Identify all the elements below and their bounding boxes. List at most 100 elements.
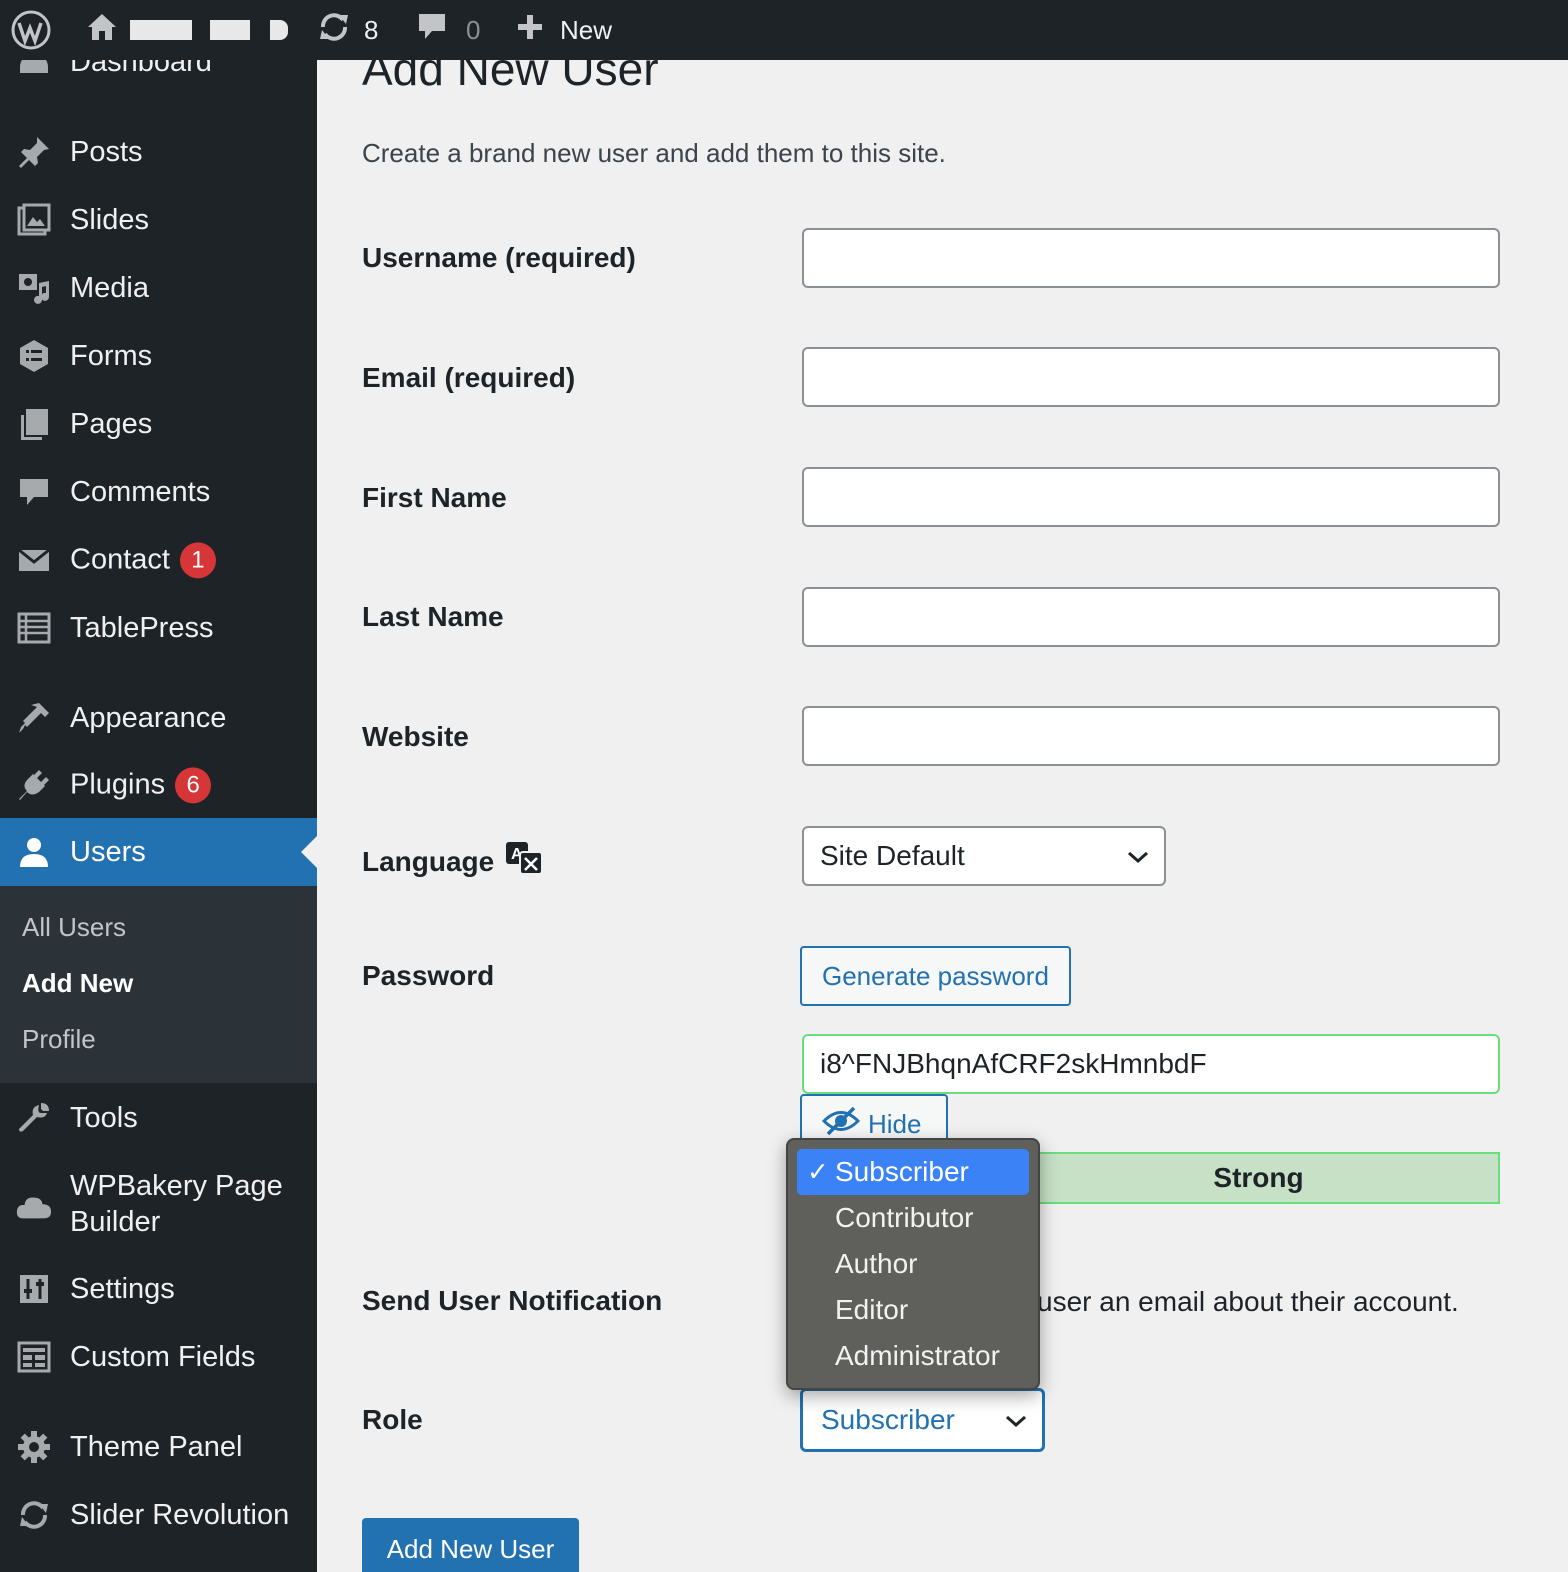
sidebar-item-comments[interactable]: Comments [0, 458, 317, 526]
send-notification-label: Send User Notification [362, 1285, 663, 1316]
role-option-editor[interactable]: Editor [797, 1287, 1029, 1333]
sidebar-item-slider-revolution[interactable]: Slider Revolution [0, 1481, 317, 1549]
comment-icon [416, 11, 448, 50]
sidebar-item-label: Pages [70, 408, 153, 440]
role-option-label: Author [835, 1248, 918, 1279]
language-label-text: Language [362, 845, 495, 877]
sidebar-item-users[interactable]: Users [0, 818, 317, 886]
first-name-field[interactable] [802, 467, 1500, 527]
settings-icon [16, 1271, 52, 1307]
media-icon [16, 270, 52, 306]
submenu-item-all-users[interactable]: All Users [22, 912, 126, 943]
email-label: Email (required) [362, 362, 576, 393]
sidebar-item-plugins[interactable]: Plugins 6 [0, 751, 317, 819]
wordpress-logo-icon[interactable] [10, 0, 54, 60]
sidebar-item-contact[interactable]: Contact 1 [0, 526, 317, 594]
role-option-label: Contributor [835, 1202, 974, 1233]
comments-link[interactable]: 0 [416, 0, 480, 60]
sidebar-item-label: WPBakery Page Builder [70, 1170, 283, 1238]
sidebar-item-posts[interactable]: Posts [0, 118, 317, 186]
sidebar-item-label: Contact 1 [70, 541, 216, 579]
role-option-subscriber[interactable]: ✓ Subscriber [797, 1149, 1029, 1195]
updates-count: 8 [364, 14, 379, 45]
last-name-field[interactable] [802, 587, 1500, 647]
user-icon [16, 834, 52, 870]
comments-count: 0 [466, 14, 481, 45]
site-name-redacted [210, 20, 250, 40]
updates-icon [316, 9, 352, 52]
sidebar-item-wpbakery[interactable]: WPBakery Page Builder [0, 1166, 317, 1242]
sidebar-item-custom-fields[interactable]: Custom Fields [0, 1323, 317, 1391]
username-label: Username (required) [362, 242, 636, 273]
generate-password-button[interactable]: Generate password [800, 946, 1071, 1006]
envelope-icon [16, 542, 52, 578]
add-new-user-button[interactable]: Add New User [362, 1518, 579, 1572]
translation-icon: A [504, 840, 544, 883]
pin-icon [16, 134, 52, 170]
password-label: Password [362, 960, 495, 991]
users-submenu: All Users Add New Profile [0, 886, 317, 1083]
role-label: Role [362, 1404, 423, 1435]
sidebar-item-label: TablePress [70, 612, 214, 644]
sidebar-item-label: Settings [70, 1273, 175, 1305]
email-field[interactable] [802, 347, 1500, 407]
sidebar-item-tools[interactable]: Tools [0, 1084, 317, 1152]
notification-badge: 1 [179, 542, 216, 579]
sidebar-item-media[interactable]: Media [0, 254, 317, 322]
role-select[interactable]: Subscriber [800, 1388, 1045, 1452]
role-option-label: Editor [835, 1294, 909, 1325]
sidebar-item-settings[interactable]: Settings [0, 1255, 317, 1323]
website-label: Website [362, 721, 469, 752]
sidebar-item-label: Slides [70, 204, 149, 236]
submenu-item-profile[interactable]: Profile [22, 1024, 96, 1055]
plugins-label: Plugins [70, 768, 166, 801]
role-option-administrator[interactable]: Administrator [797, 1333, 1029, 1379]
site-name-redacted [270, 20, 288, 40]
role-option-label: Administrator [835, 1340, 1000, 1371]
page-description: Create a brand new user and add them to … [362, 138, 946, 168]
plugin-icon [16, 767, 52, 803]
plus-icon [516, 13, 544, 48]
forms-icon [16, 338, 52, 374]
update-badge: 6 [175, 767, 212, 804]
sidebar-item-appearance[interactable]: Appearance [0, 684, 317, 752]
pages-icon [16, 406, 52, 442]
role-option-contributor[interactable]: Contributor [797, 1195, 1029, 1241]
website-field[interactable] [802, 706, 1500, 766]
submenu-item-add-new[interactable]: Add New [22, 968, 133, 999]
checkmark-icon: ✓ [807, 1156, 829, 1187]
sidebar-item-slides[interactable]: Slides [0, 186, 317, 254]
gear-icon [16, 1429, 52, 1465]
sidebar-item-forms[interactable]: Forms [0, 322, 317, 390]
home-icon [86, 11, 118, 50]
sidebar-item-tablepress[interactable]: TablePress [0, 594, 317, 662]
chevron-down-icon [1126, 840, 1150, 872]
sidebar-item-label: Comments [70, 476, 211, 508]
updates-link[interactable]: 8 [316, 0, 378, 60]
admin-bar: 8 0 New [0, 0, 1568, 60]
sidebar-item-label: Posts [70, 136, 143, 168]
sidebar-item-pages[interactable]: Pages [0, 390, 317, 458]
language-select[interactable]: Site Default [802, 826, 1166, 886]
table-icon [16, 610, 52, 646]
sidebar-item-label: Plugins 6 [70, 766, 212, 804]
first-name-label: First Name [362, 482, 507, 513]
role-option-author[interactable]: Author [797, 1241, 1029, 1287]
password-field[interactable]: i8^FNJBhqnAfCRF2skHmnbdF [802, 1034, 1500, 1094]
eye-slash-icon [821, 1106, 861, 1143]
sidebar-item-label: Forms [70, 340, 153, 372]
sidebar-item-label: Custom Fields [70, 1341, 256, 1373]
sidebar-item-theme-panel[interactable]: Theme Panel [0, 1413, 317, 1481]
chevron-down-icon [1004, 1404, 1028, 1436]
password-strength-meter: Strong [1017, 1152, 1500, 1204]
sidebar-item-label: Appearance [70, 702, 227, 734]
site-home-link[interactable] [86, 0, 288, 60]
slides-icon [16, 202, 52, 238]
sidebar-item-label: Theme Panel [70, 1431, 243, 1463]
fields-icon [16, 1339, 52, 1375]
send-notification-text: user an email about their account. [1037, 1286, 1459, 1317]
hide-label: Hide [868, 1108, 922, 1139]
username-field[interactable] [802, 228, 1500, 288]
cloud-icon [16, 1190, 52, 1226]
new-content-link[interactable]: New [516, 0, 612, 60]
